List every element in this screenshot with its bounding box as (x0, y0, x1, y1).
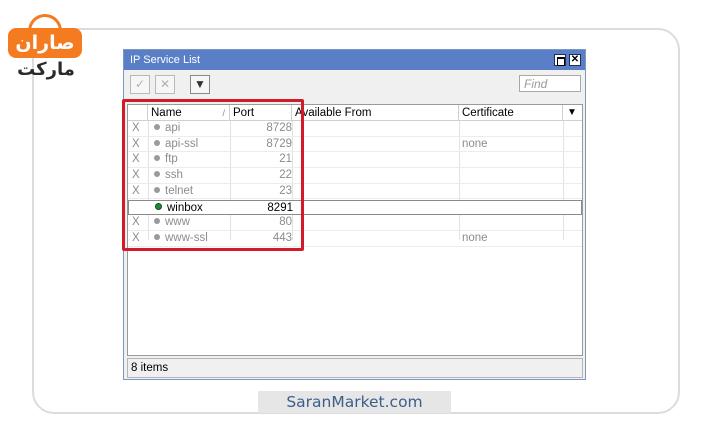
footer-watermark: SaranMarket.com (258, 391, 451, 413)
service-certificate: none (462, 231, 488, 244)
service-certificate (462, 184, 542, 199)
window-titlebar[interactable]: IP Service List (124, 50, 585, 70)
column-available-from[interactable]: Available From (292, 105, 459, 121)
service-certificate (462, 121, 542, 136)
red-highlight-box (122, 99, 304, 251)
find-input[interactable] (519, 75, 581, 92)
enable-button[interactable]: ✓ (130, 75, 150, 94)
logo-line2: مارکت (17, 59, 75, 80)
service-certificate (462, 168, 542, 183)
window-title: IP Service List (130, 54, 201, 66)
filter-button[interactable]: ▼ (190, 75, 210, 94)
service-certificate (462, 215, 542, 230)
column-menu-button[interactable]: ▼ (563, 105, 582, 121)
column-certificate[interactable]: Certificate (459, 105, 563, 121)
toolbar: ✓ ✕ ▼ (124, 70, 585, 96)
logo-line1: صاران (8, 28, 82, 58)
service-certificate (462, 152, 542, 167)
maximize-button[interactable] (554, 54, 566, 66)
logo: صاران مارکت (6, 12, 90, 82)
close-button[interactable]: ✕ (569, 54, 581, 66)
status-bar: 8 items (127, 358, 583, 378)
disable-button[interactable]: ✕ (155, 75, 175, 94)
service-certificate (463, 201, 543, 216)
service-certificate: none (462, 137, 488, 150)
